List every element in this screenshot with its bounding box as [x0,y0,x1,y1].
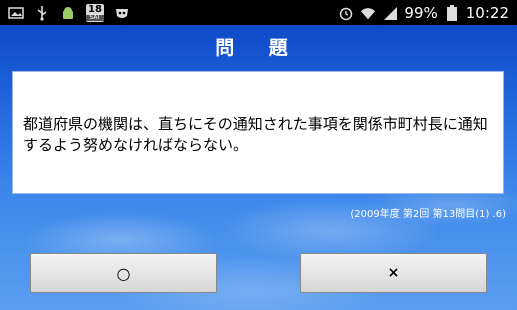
wifi-icon [360,5,376,21]
question-source: (2009年度 第2回 第13問目(1) .6) [350,209,506,220]
calendar-icon: 18 SAT [86,3,104,22]
question-card: 都道府県の機関は、直ちにその通知された事項を関係市町村長に通知するよう努めなけれ… [12,71,504,194]
false-answer-label: × [387,265,400,281]
photo-icon [8,5,24,21]
signal-icon [382,5,398,21]
android-debug-icon [60,5,76,21]
false-answer-button[interactable]: × [300,253,487,293]
true-answer-label: ○ [116,263,131,283]
clock: 10:22 [465,3,509,22]
question-text: 都道府県の機関は、直ちにその通知された事項を関係市町村長に通知するよう努めなけれ… [23,115,488,154]
usb-icon [34,5,50,21]
calendar-weekday: SAT [86,14,104,21]
battery-percent: 99% [404,3,438,22]
page-title: 問 題 [215,37,302,59]
calendar-day: 18 [88,3,102,15]
battery-icon [444,4,460,21]
true-answer-button[interactable]: ○ [30,253,217,293]
privacy-mask-icon [114,5,130,21]
status-bar: 18 SAT 99% 10:22 [0,0,517,25]
alarm-icon [338,5,354,21]
